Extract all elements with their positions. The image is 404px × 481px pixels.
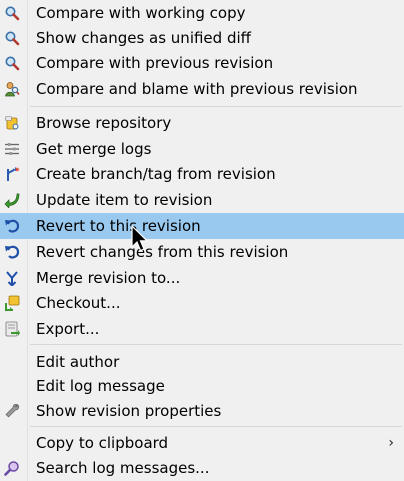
menu-item-compare-blame[interactable]: Compare and blame with previous revision <box>0 76 404 102</box>
menu-item-label: Revert to this revision <box>36 217 201 235</box>
export-icon <box>5 321 20 337</box>
update-arrow-icon <box>4 193 20 208</box>
menu-item-label: Update item to revision <box>36 191 213 209</box>
menu-item-update-to-revision[interactable]: Update item to revision <box>0 187 404 213</box>
menu-separator <box>30 344 402 345</box>
menu-item-search-log-messages[interactable]: Search log messages... <box>0 455 404 481</box>
merge-logs-icon <box>5 143 19 155</box>
menu-separator <box>30 426 402 427</box>
menu-item-label: Compare with previous revision <box>36 54 274 72</box>
magnifier-icon <box>5 6 20 21</box>
merge-icon <box>6 271 18 286</box>
blame-icon <box>5 82 20 97</box>
menu-item-label: Export... <box>36 320 100 338</box>
search-icon <box>4 461 19 476</box>
menu-item-export[interactable]: Export... <box>0 316 404 342</box>
menu-item-label: Show revision properties <box>36 402 222 420</box>
menu-item-compare-previous[interactable]: Compare with previous revision <box>0 50 404 76</box>
menu-item-revert-changes[interactable]: Revert changes from this revision <box>0 239 404 265</box>
menu-item-label: Revert changes from this revision <box>36 243 289 261</box>
magnifier-icon <box>5 56 20 71</box>
menu-separator <box>30 106 402 107</box>
menu-item-label: Checkout... <box>36 294 121 312</box>
context-menu: Compare with working copy Show changes a… <box>0 0 404 481</box>
menu-item-compare-working-copy[interactable]: Compare with working copy <box>0 0 404 26</box>
menu-item-label: Get merge logs <box>36 140 152 158</box>
menu-item-label: Merge revision to... <box>36 269 181 287</box>
menu-item-revert-to-revision[interactable]: Revert to this revision <box>0 213 404 239</box>
menu-item-get-merge-logs[interactable]: Get merge logs <box>0 136 404 162</box>
menu-item-label: Show changes as unified diff <box>36 29 251 47</box>
menu-item-unified-diff[interactable]: Show changes as unified diff <box>0 25 404 51</box>
menu-item-label: Browse repository <box>36 114 172 132</box>
menu-item-label: Copy to clipboard <box>36 434 169 452</box>
wrench-icon <box>5 404 19 418</box>
menu-item-merge-revision-to[interactable]: Merge revision to... <box>0 265 404 291</box>
submenu-chevron-icon: › <box>388 435 394 451</box>
menu-item-checkout[interactable]: Checkout... <box>0 290 404 316</box>
menu-item-show-revision-properties[interactable]: Show revision properties <box>0 398 404 424</box>
revert-icon <box>5 219 20 233</box>
menu-item-copy-to-clipboard[interactable]: Copy to clipboard › <box>0 430 404 456</box>
menu-item-label: Compare and blame with previous revision <box>36 80 358 98</box>
magnifier-icon <box>5 31 20 46</box>
menu-item-label: Search log messages... <box>36 459 210 477</box>
checkout-icon <box>5 295 20 311</box>
menu-item-label: Edit log message <box>36 377 165 395</box>
menu-item-browse-repository[interactable]: Browse repository <box>0 110 404 136</box>
menu-item-label: Compare with working copy <box>36 4 246 22</box>
menu-item-create-branch-tag[interactable]: Create branch/tag from revision <box>0 161 404 187</box>
menu-item-label: Edit author <box>36 353 120 371</box>
mouse-cursor-icon <box>131 225 149 252</box>
revert-icon <box>5 245 20 259</box>
menu-item-edit-log-message[interactable]: Edit log message <box>0 373 404 399</box>
branch-icon <box>7 167 20 181</box>
repo-browser-icon <box>5 116 19 130</box>
menu-item-label: Create branch/tag from revision <box>36 165 276 183</box>
menu-item-edit-author[interactable]: Edit author <box>0 349 404 375</box>
